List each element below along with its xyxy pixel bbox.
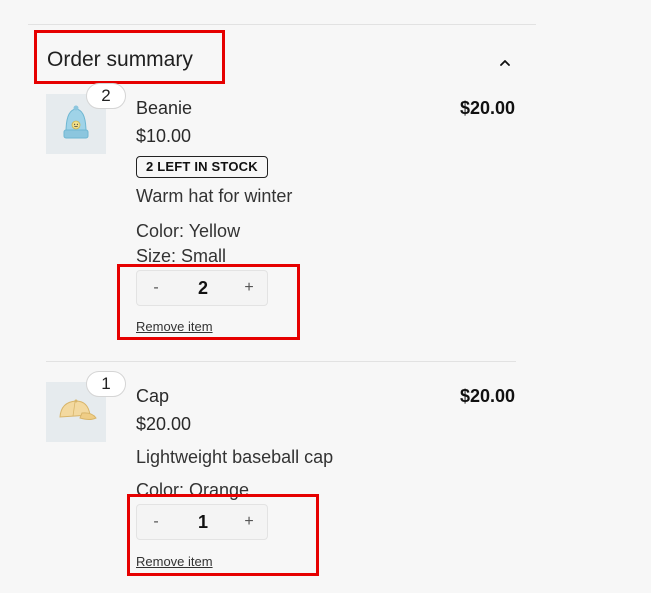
remove-item-link[interactable]: Remove item [136, 554, 213, 569]
quantity-badge: 1 [86, 371, 126, 397]
product-description: Warm hat for winter [136, 186, 293, 206]
quantity-stepper[interactable]: - 2 + [136, 270, 268, 306]
product-color: Color: Orange [136, 480, 250, 500]
remove-item-link[interactable]: Remove item [136, 319, 213, 334]
quantity-value[interactable]: 2 [173, 271, 233, 305]
stock-badge: 2 LEFT IN STOCK [136, 156, 268, 178]
top-divider [28, 24, 536, 25]
product-name: Cap [136, 386, 170, 406]
increment-button[interactable]: + [231, 271, 267, 305]
product-description: Lightweight baseball cap [136, 447, 334, 467]
product-name: Beanie [136, 98, 193, 118]
item-divider [46, 361, 516, 362]
order-summary-panel: Order summary 2 Beanie $20.00 $10.00 2 L… [0, 0, 651, 593]
quantity-badge: 2 [86, 83, 126, 109]
chevron-up-icon[interactable] [500, 58, 510, 68]
list-item-cap: 1 Cap $20.00 $20.00 Lightweight baseball… [46, 371, 516, 572]
order-summary-title: Order summary [47, 48, 193, 71]
product-color: Color: Yellow [136, 221, 241, 241]
product-size: Size: Small [136, 246, 227, 266]
quantity-stepper[interactable]: - 1 + [136, 504, 268, 540]
unit-price: $10.00 [136, 126, 192, 146]
unit-price: $20.00 [136, 414, 192, 434]
line-total: $20.00 [459, 386, 515, 406]
order-summary-header[interactable]: Order summary [46, 46, 516, 76]
increment-button[interactable]: + [231, 505, 267, 539]
decrement-button[interactable]: - [138, 271, 174, 305]
line-total: $20.00 [459, 98, 515, 118]
list-item-beanie: 2 Beanie $20.00 $10.00 2 LEFT IN STOCK W… [46, 83, 516, 334]
decrement-button[interactable]: - [138, 505, 174, 539]
quantity-value[interactable]: 1 [173, 505, 233, 539]
